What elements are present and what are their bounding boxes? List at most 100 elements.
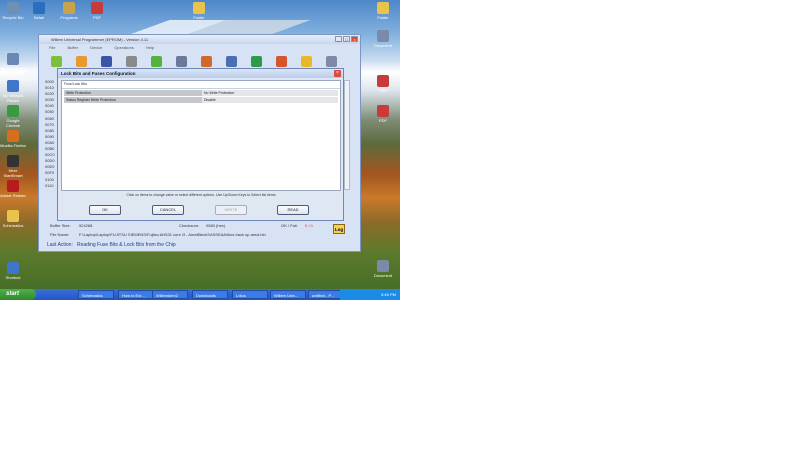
desktop-icon[interactable]: Folder bbox=[186, 2, 212, 20]
desktop: My Computer My Network Places Google Chrom… bbox=[0, 0, 400, 300]
search-icon[interactable] bbox=[176, 55, 187, 67]
arrow-icon[interactable] bbox=[151, 55, 162, 67]
desktop-icon[interactable]: PDF bbox=[84, 2, 110, 20]
desktop-icon[interactable]: Mozilla Firefox bbox=[0, 130, 26, 148]
desktop-app-icon bbox=[193, 2, 205, 14]
desktop-icon[interactable]: Safari bbox=[26, 2, 52, 20]
desktop-icon-label: Recycle Bin bbox=[2, 15, 24, 20]
desktop-icon-label: PDF bbox=[379, 88, 387, 93]
desktop-app-icon bbox=[7, 262, 19, 274]
desktop-icon[interactable]: PDF bbox=[370, 75, 396, 93]
desktop-icon[interactable]: Nero StartSmart bbox=[0, 155, 26, 178]
fuse-value[interactable]: No Write Protection bbox=[202, 90, 338, 96]
desktop-icon[interactable]: Google Chrome bbox=[0, 105, 26, 128]
desktop-icon[interactable]: Shortcut bbox=[0, 262, 26, 280]
filename-label: File Name: bbox=[50, 232, 70, 237]
lock-icon[interactable] bbox=[301, 55, 312, 67]
last-action-value: Reading Fuse Bits & Lock Bits from the C… bbox=[77, 242, 176, 248]
taskbar-item[interactable]: How to Ext... bbox=[118, 290, 154, 299]
program-icon[interactable] bbox=[251, 55, 262, 67]
desktop-icon[interactable]: PDF bbox=[370, 105, 396, 123]
buffer-size-value: 524288 bbox=[79, 223, 93, 228]
desktop-icon-label: Google Chrome bbox=[5, 118, 21, 128]
app-title: Willem Universal Programmer (EPROM) - Ve… bbox=[39, 35, 360, 44]
fuse-name: Status Register Write Protection bbox=[64, 97, 202, 103]
desktop-app-icon bbox=[91, 2, 103, 14]
desktop-icon-label: Adobe Reader bbox=[0, 193, 26, 198]
save-icon[interactable] bbox=[101, 55, 112, 67]
fuse-config-dialog: Lock Bits and Fuses Configuration × Fuse… bbox=[57, 68, 344, 221]
fuse-value[interactable]: Disable bbox=[202, 97, 338, 103]
fuse-row-write-protection[interactable]: Write Protection No Write Protection bbox=[64, 90, 338, 96]
desktop-icon[interactable]: Recycle Bin bbox=[0, 2, 26, 20]
desktop-app-icon bbox=[377, 260, 389, 272]
hex-address: 0110 bbox=[45, 182, 54, 188]
log-button[interactable]: Log bbox=[333, 224, 345, 234]
desktop-app-icon bbox=[63, 2, 75, 14]
menu-device[interactable]: Device bbox=[90, 44, 102, 52]
desktop-icon[interactable]: Folder bbox=[370, 2, 396, 20]
verify-icon[interactable] bbox=[226, 55, 237, 67]
open-icon[interactable] bbox=[76, 55, 87, 67]
desktop-app-icon bbox=[7, 105, 19, 117]
settings-icon[interactable] bbox=[326, 55, 337, 67]
minimize-button[interactable]: _ bbox=[335, 36, 342, 42]
fuse-row-status-register[interactable]: Status Register Write Protection Disable bbox=[64, 97, 338, 103]
desktop-icon[interactable]: My Computer bbox=[0, 53, 26, 71]
desktop-icon[interactable]: My Network Places bbox=[0, 80, 26, 103]
menu-bar: File Buffer Device Operations Help bbox=[39, 44, 360, 52]
cancel-button[interactable]: CANCEL bbox=[152, 205, 184, 215]
desktop-app-icon bbox=[7, 53, 19, 65]
dialog-title: Lock Bits and Fuses Configuration bbox=[58, 69, 343, 78]
desktop-app-icon bbox=[377, 105, 389, 117]
erase-icon[interactable] bbox=[276, 55, 287, 67]
checksum-label: Checksum: bbox=[179, 223, 200, 228]
menu-help[interactable]: Help bbox=[146, 44, 154, 52]
desktop-app-icon bbox=[7, 155, 19, 167]
desktop-icon[interactable]: Schematics bbox=[0, 210, 26, 228]
taskbar-item[interactable]: Downloads bbox=[192, 290, 228, 299]
taskbar-item[interactable]: Willem Univ... bbox=[270, 290, 306, 299]
desktop-icon-label: My Computer bbox=[0, 66, 25, 71]
desktop-app-icon bbox=[377, 75, 389, 87]
taskbar-item[interactable]: Lotus bbox=[232, 290, 268, 299]
system-tray: 5:46 PM bbox=[340, 289, 400, 300]
desktop-icon-label: Mozilla Firefox bbox=[0, 143, 26, 148]
clock: 5:46 PM bbox=[381, 292, 396, 297]
load-icon[interactable] bbox=[51, 55, 62, 67]
panel-header: Fuse/Lock Bits bbox=[62, 81, 340, 89]
taskbar-item[interactable]: Schematics bbox=[78, 290, 114, 299]
close-button[interactable]: × bbox=[351, 36, 358, 42]
desktop-app-icon bbox=[7, 130, 19, 142]
okfail-value: 0 / 0 bbox=[305, 223, 313, 228]
fuse-name: Write Protection bbox=[64, 90, 202, 96]
desktop-icon-label: Schematics bbox=[2, 223, 24, 228]
desktop-icon-label: Safari bbox=[33, 15, 45, 20]
desktop-app-icon bbox=[7, 80, 19, 92]
last-action-label: Last Action: bbox=[47, 242, 73, 248]
menu-buffer[interactable]: Buffer bbox=[67, 44, 78, 52]
dialog-close-icon[interactable]: × bbox=[334, 70, 341, 77]
ok-button[interactable]: OK bbox=[89, 205, 121, 215]
desktop-icon[interactable]: Document bbox=[370, 260, 396, 278]
menu-file[interactable]: File bbox=[49, 44, 55, 52]
desktop-icon-label: Document bbox=[373, 273, 393, 278]
chip-icon[interactable] bbox=[126, 55, 137, 67]
desktop-app-icon bbox=[7, 2, 19, 14]
taskbar-item[interactable]: untitled - P... bbox=[308, 290, 344, 299]
write-button: WRITE bbox=[215, 205, 247, 215]
read-button[interactable]: READ bbox=[277, 205, 309, 215]
desktop-icon[interactable]: Adobe Reader bbox=[0, 180, 26, 198]
taskbar-item[interactable]: Willemkern2 bbox=[152, 290, 188, 299]
taskbar: start Schematics How to Ext... Willemkern2… bbox=[0, 289, 400, 300]
buffer-scrollbar[interactable] bbox=[344, 80, 350, 190]
desktop-icon[interactable]: Document bbox=[370, 30, 396, 48]
read-icon[interactable] bbox=[201, 55, 212, 67]
desktop-icon[interactable]: Programs bbox=[56, 2, 82, 20]
desktop-app-icon bbox=[33, 2, 45, 14]
maximize-button[interactable]: □ bbox=[343, 36, 350, 42]
desktop-icon-label: Folder bbox=[377, 15, 389, 20]
start-button[interactable]: start bbox=[0, 289, 36, 300]
desktop-icon-label: Document bbox=[373, 43, 393, 48]
menu-operations[interactable]: Operations bbox=[114, 44, 134, 52]
